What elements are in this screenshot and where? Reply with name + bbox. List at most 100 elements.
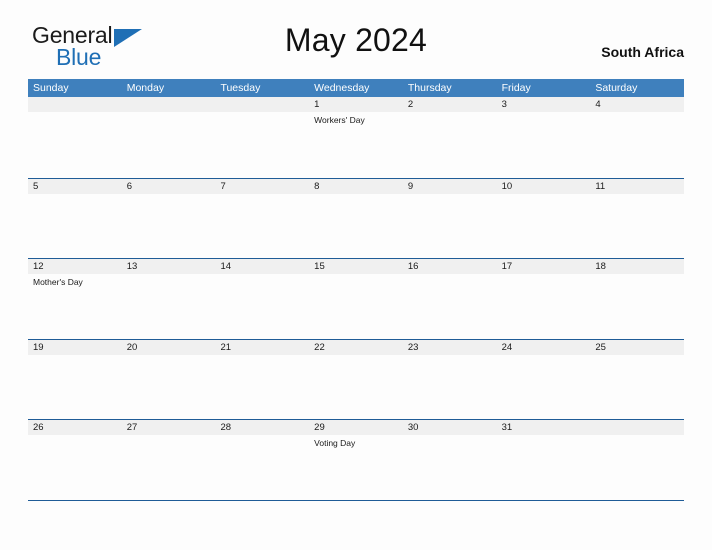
day-event-label xyxy=(215,274,309,338)
date-number-band: 1234 xyxy=(28,97,684,112)
day-number[interactable]: 20 xyxy=(122,340,216,355)
day-number[interactable]: 5 xyxy=(28,179,122,194)
day-number[interactable]: 12 xyxy=(28,259,122,274)
calendar-week-row: 12 13 14 15 16 17 18 Mother's Day xyxy=(28,258,684,339)
day-event-label xyxy=(497,435,591,499)
day-number[interactable]: 25 xyxy=(590,340,684,355)
weekday-header-monday: Monday xyxy=(126,82,165,94)
day-event-label xyxy=(497,274,591,338)
day-event-label: Workers' Day xyxy=(314,115,365,125)
day-number[interactable] xyxy=(215,97,309,112)
day-event-label xyxy=(122,194,216,258)
day-event-label xyxy=(215,435,309,499)
day-number[interactable]: 24 xyxy=(497,340,591,355)
day-event-label xyxy=(403,355,497,419)
day-number[interactable]: 7 xyxy=(215,179,309,194)
day-number[interactable] xyxy=(28,97,122,112)
day-event-label xyxy=(309,274,403,338)
day-number[interactable]: 29 xyxy=(309,420,403,435)
event-band: Mother's Day xyxy=(28,274,684,338)
day-number[interactable]: 9 xyxy=(403,179,497,194)
page-title: May 2024 xyxy=(284,22,428,58)
weekday-header-sunday: Sunday xyxy=(33,82,69,94)
day-number[interactable]: 2 xyxy=(403,97,497,112)
date-number-band: 26 27 28 29 30 31 xyxy=(28,420,684,435)
day-event-label xyxy=(590,194,684,258)
day-event-label: Mother's Day xyxy=(33,277,83,287)
day-number[interactable]: 30 xyxy=(403,420,497,435)
weekday-header-row: Sunday Monday Tuesday Wednesday Thursday Frid… xyxy=(28,79,684,97)
calendar-page: General Blue May 2024 South Africa Sunda… xyxy=(0,0,712,550)
day-number[interactable]: 6 xyxy=(122,179,216,194)
day-number[interactable]: 23 xyxy=(403,340,497,355)
day-event-label xyxy=(497,194,591,258)
day-event-label xyxy=(215,112,309,176)
day-number[interactable]: 26 xyxy=(28,420,122,435)
day-number[interactable]: 18 xyxy=(590,259,684,274)
calendar-weeks: 1 2 3 4 Workers' Day 5 6 7 8 9 10 11 12 13 14 15 16 17 18 M… xyxy=(28,97,684,500)
event-band: Voting Day xyxy=(28,435,684,499)
day-number[interactable]: 22 xyxy=(309,340,403,355)
weekday-header-thursday: Thursday xyxy=(407,82,452,94)
day-event-label xyxy=(309,194,403,258)
day-event-label xyxy=(590,435,684,499)
day-event-label xyxy=(497,355,591,419)
date-number-band: 19 20 21 22 23 24 25 xyxy=(28,339,684,355)
weekday-header-friday: Friday xyxy=(501,82,531,94)
day-event-label xyxy=(497,112,591,176)
event-band xyxy=(28,193,684,258)
day-event-label: Voting Day xyxy=(314,438,356,448)
day-number[interactable]: 1 xyxy=(309,97,403,112)
event-band xyxy=(28,354,684,419)
day-number[interactable]: 15 xyxy=(309,259,403,274)
day-number[interactable] xyxy=(590,420,684,435)
weekday-header-saturday: Saturday xyxy=(595,82,638,94)
calendar-week-row: 5 6 7 8 9 10 11 xyxy=(28,177,684,259)
day-event-label xyxy=(590,112,684,176)
day-event-label xyxy=(122,274,216,338)
day-event-label xyxy=(122,112,216,176)
calendar-week-row: 19 20 21 22 23 24 25 xyxy=(28,338,684,420)
event-band: Workers' Day xyxy=(28,112,684,176)
day-number[interactable]: 19 xyxy=(28,340,122,355)
day-event-label xyxy=(590,274,684,338)
day-number[interactable]: 13 xyxy=(122,259,216,274)
country-label: South Africa xyxy=(601,44,684,60)
day-event-label xyxy=(403,274,497,338)
day-event-label xyxy=(28,355,122,419)
day-number[interactable]: 3 xyxy=(497,97,591,112)
page-header: General Blue May 2024 South Africa xyxy=(28,22,684,69)
day-event-label xyxy=(403,435,497,499)
weekday-header-tuesday: Tuesday xyxy=(220,82,261,94)
weekday-header-wednesday: Wednesday xyxy=(314,82,370,94)
day-number[interactable]: 11 xyxy=(590,179,684,194)
day-event-label xyxy=(403,112,497,176)
day-number[interactable]: 17 xyxy=(497,259,591,274)
day-number[interactable] xyxy=(122,97,216,112)
day-event-label xyxy=(28,435,122,499)
day-number[interactable]: 28 xyxy=(215,420,309,435)
day-event-label xyxy=(28,112,122,176)
date-number-band: 5 6 7 8 9 10 11 xyxy=(28,178,684,194)
day-number[interactable]: 16 xyxy=(403,259,497,274)
day-number[interactable]: 4 xyxy=(590,97,684,112)
day-event-label xyxy=(403,194,497,258)
day-number[interactable]: 21 xyxy=(215,340,309,355)
day-event-label xyxy=(122,355,216,419)
date-number-band: 12 13 14 15 16 17 18 xyxy=(28,259,684,274)
day-event-label xyxy=(215,194,309,258)
day-event-label xyxy=(122,435,216,499)
day-number[interactable]: 31 xyxy=(497,420,591,435)
day-number[interactable]: 27 xyxy=(122,420,216,435)
day-event-label xyxy=(215,355,309,419)
day-event-label xyxy=(590,355,684,419)
grid-bottom-rule xyxy=(28,499,684,501)
day-event-label xyxy=(28,194,122,258)
day-number[interactable]: 10 xyxy=(497,179,591,194)
day-number[interactable]: 14 xyxy=(215,259,309,274)
calendar-grid: Sunday Monday Tuesday Wednesday Thursday Frid… xyxy=(28,79,684,501)
day-number[interactable]: 8 xyxy=(309,179,403,194)
calendar-week-row: 1 2 3 4 Workers' Day xyxy=(28,97,684,178)
calendar-week-row: 26 27 28 29 30 31 Voting Day xyxy=(28,419,684,500)
day-event-label xyxy=(309,355,403,419)
